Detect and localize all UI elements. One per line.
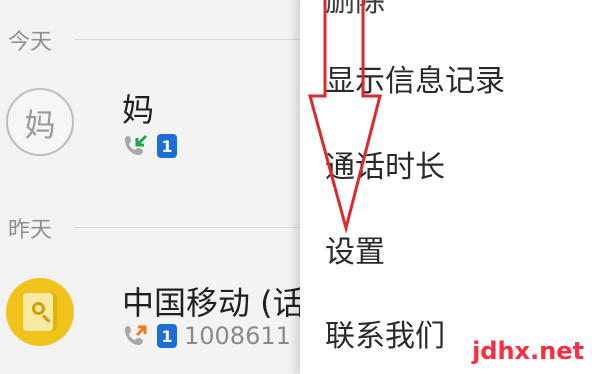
divider-yesterday <box>74 227 300 228</box>
menu-item-settings[interactable]: 设置 <box>325 227 385 271</box>
watermark: jdhx.net <box>472 337 584 365</box>
overflow-menu: 删除 显示信息记录 通话时长 设置 联系我们 <box>300 0 600 374</box>
avatar: 妈 <box>6 88 74 156</box>
section-yesterday: 昨天 <box>8 218 53 243</box>
outgoing-call-icon <box>125 325 147 345</box>
menu-item-contact-us[interactable]: 联系我们 <box>325 311 445 355</box>
phone-number: 1008611 <box>184 322 291 350</box>
sim-badge: 1 <box>157 324 177 348</box>
contact-book-avatar <box>6 278 74 346</box>
divider-today <box>74 39 300 40</box>
contact-book-icon <box>23 293 57 331</box>
call-log-item-mom[interactable]: 妈 妈 1 <box>0 70 300 170</box>
call-log-item-china-mobile[interactable]: 中国移动 (话费 1 1008611 <box>0 260 337 360</box>
incoming-call-icon <box>125 134 148 155</box>
menu-item-show-messages[interactable]: 显示信息记录 <box>325 56 505 100</box>
sim-badge: 1 <box>157 134 177 158</box>
section-today: 今天 <box>8 30 53 55</box>
magnifier-icon <box>32 302 45 315</box>
menu-item-delete[interactable]: 删除 <box>325 0 385 20</box>
contact-name: 妈 <box>122 91 155 129</box>
call-meta: 1 <box>122 131 177 161</box>
call-meta: 1 1008611 <box>122 321 291 351</box>
menu-item-call-duration[interactable]: 通话时长 <box>325 142 445 186</box>
